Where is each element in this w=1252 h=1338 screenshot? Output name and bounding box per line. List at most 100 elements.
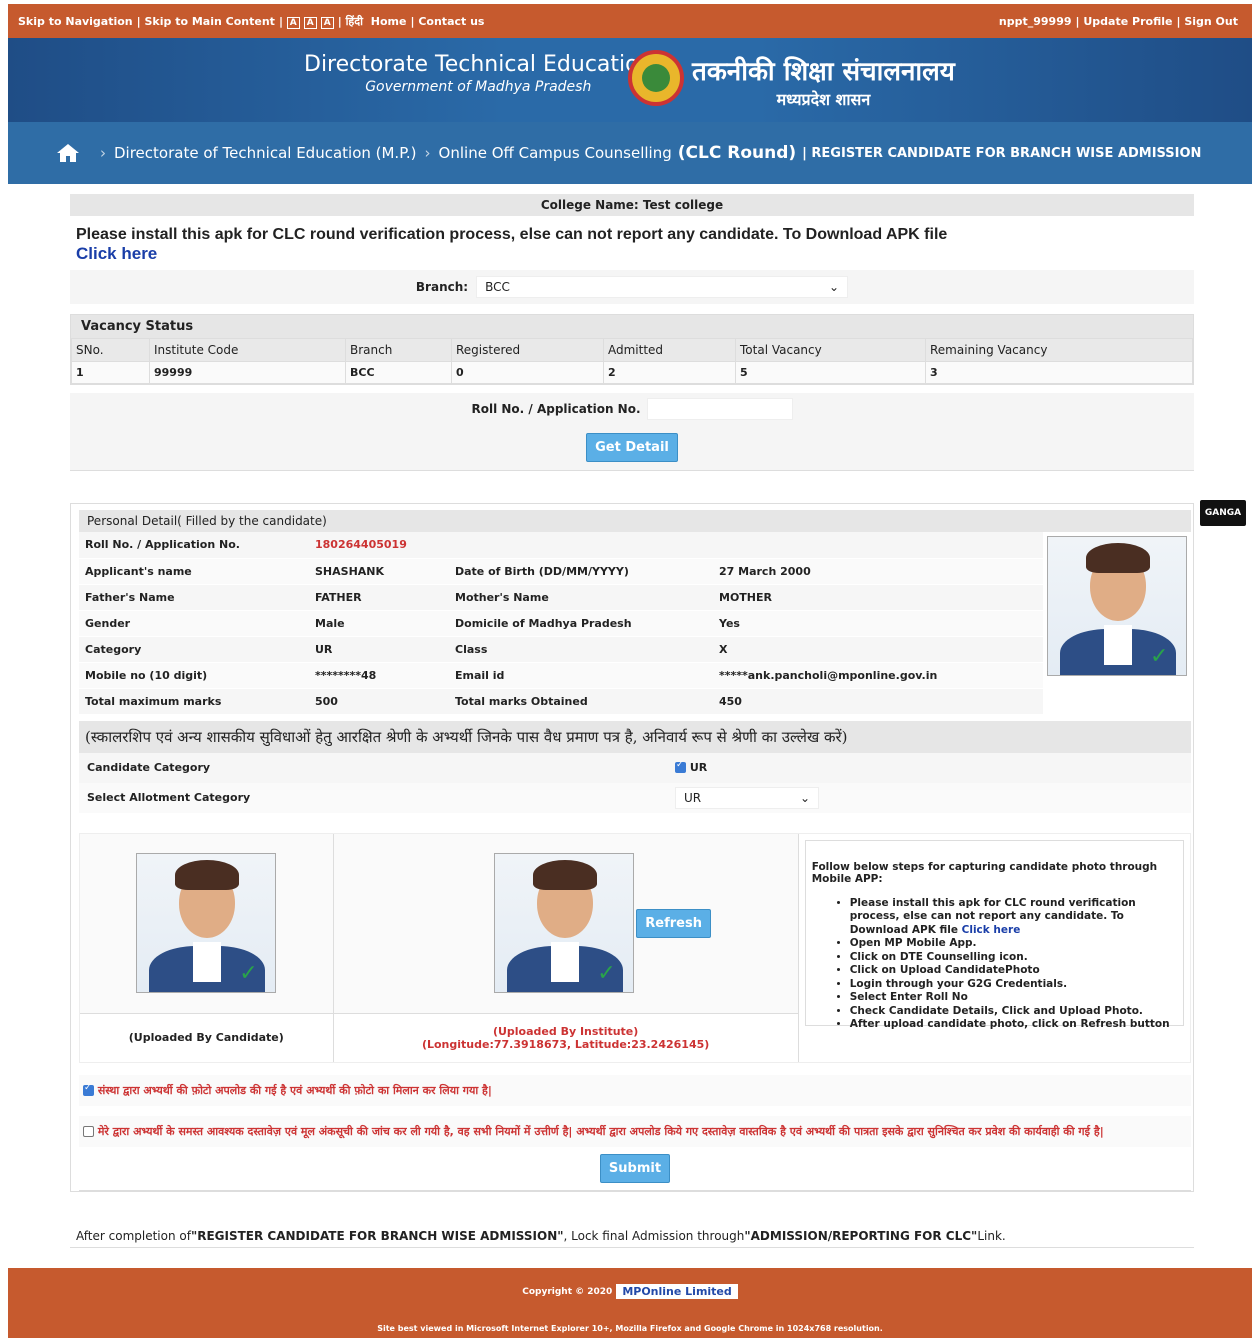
note-part: Link. <box>977 1228 1006 1243</box>
table-row: Applicant's name SHASHANK Date of Birth (D… <box>79 558 1043 585</box>
vacancy-table: SNo. Institute Code Branch Registered Ad… <box>71 338 1193 384</box>
top-bar-left: Skip to Navigation | Skip to Main Content… <box>18 14 485 29</box>
roll-number-label: Roll No. / Application No. <box>471 402 641 416</box>
ganga-side-tag[interactable]: GANGA <box>1200 500 1246 526</box>
skip-main-content-link[interactable]: Skip to Main Content <box>145 15 275 28</box>
branch-select[interactable]: BCC ⌄ <box>476 276 849 298</box>
copyright: Copyright © 2020 MPOnline Limited <box>8 1284 1252 1299</box>
vacancy-header-cell: Branch <box>345 338 452 362</box>
allotment-category-value: UR <box>684 790 702 805</box>
apk-notice-text: Please install this apk for CLC round ve… <box>76 226 948 243</box>
table-row: 1 99999 BCC 0 2 5 3 <box>71 361 1193 384</box>
candidate-photo-cell: ✓ <box>1043 532 1191 715</box>
submit-button[interactable]: Submit <box>599 1153 671 1183</box>
detail-label: Applicant's name <box>79 558 309 585</box>
skip-navigation-link[interactable]: Skip to Navigation <box>18 15 133 28</box>
apk-download-link[interactable]: Click here <box>76 244 1188 264</box>
detail-value: *****ank.pancholi@mponline.gov.in <box>713 662 1043 689</box>
home-link[interactable]: Home <box>371 15 407 28</box>
get-detail-row: Get Detail <box>70 425 1194 471</box>
list-item: Check Candidate Details, Click and Uploa… <box>850 1005 1179 1019</box>
font-size-small-button[interactable]: A <box>286 16 300 29</box>
branch-label: Branch: <box>415 280 469 294</box>
personal-detail-section: Personal Detail( Filled by the candidate… <box>70 503 1194 1192</box>
detail-value: FATHER <box>309 584 449 611</box>
get-detail-button[interactable]: Get Detail <box>586 433 678 462</box>
vacancy-cell: 0 <box>451 361 604 384</box>
vacancy-status: Vacancy Status SNo. Institute Code Branc… <box>70 314 1194 385</box>
breadcrumb-separator-icon: › <box>100 144 106 162</box>
branch-row: Branch: BCC ⌄ <box>70 270 1194 304</box>
table-row: Roll No. / Application No. 180264405019 <box>79 532 1043 559</box>
top-bar-right: nppt_99999 | Update Profile | Sign Out <box>998 14 1238 28</box>
breadcrumb-item-counselling[interactable]: Online Off Campus Counselling <box>439 144 672 162</box>
steps-title: Follow below steps for capturing candida… <box>811 860 1158 885</box>
chevron-down-icon: ⌄ <box>799 790 810 805</box>
detail-value: Yes <box>713 610 1043 637</box>
institute-upload-photo-cell: ✓ Refresh <box>333 833 798 1014</box>
note-admission-link-text: "ADMISSION/REPORTING FOR CLC" <box>744 1228 978 1243</box>
college-name: College Name: Test college <box>70 194 1194 216</box>
note-part: After completion of <box>76 1228 191 1243</box>
contact-link[interactable]: Contact us <box>418 15 484 28</box>
vacancy-header-row: SNo. Institute Code Branch Registered Ad… <box>71 338 1193 362</box>
mponline-logo: MPOnline Limited <box>616 1284 738 1299</box>
detail-label: Email id <box>449 662 713 689</box>
banner-subtitle-en: Government of Madhya Pradesh <box>365 79 592 95</box>
list-item: After upload candidate photo, click on R… <box>850 1018 1179 1032</box>
refresh-button[interactable]: Refresh <box>636 908 711 938</box>
detail-label: Father's Name <box>79 584 309 611</box>
check-icon: ✓ <box>239 961 258 986</box>
list-item: Select Enter Roll No <box>850 991 1179 1005</box>
font-size-large-button[interactable]: A <box>320 16 334 29</box>
best-viewed-note: Site best viewed in Microsoft Internet E… <box>377 1324 883 1333</box>
sign-out-link[interactable]: Sign Out <box>1184 15 1238 28</box>
allotment-category-select[interactable]: UR ⌄ <box>675 786 819 809</box>
home-icon[interactable] <box>56 143 80 163</box>
table-row: Total maximum marks 500 Total marks Obtain… <box>79 688 1043 715</box>
candidate-category-checkbox[interactable] <box>675 760 686 773</box>
institute-uploaded-photo: ✓ <box>494 853 635 993</box>
declaration-documents-checkbox[interactable] <box>83 1126 94 1137</box>
breadcrumb-item-dte[interactable]: Directorate of Technical Education (M.P.… <box>114 144 417 162</box>
steps-apk-link[interactable]: Click here <box>962 924 1021 936</box>
banner-hindi-title: तकनीकी शिक्षा संचालनालय मध्यप्रदेश शासन <box>692 52 955 110</box>
institute-caption-text: (Uploaded By Institute) <box>492 1024 639 1038</box>
vacancy-header-cell: Institute Code <box>149 338 346 362</box>
main-content: College Name: Test college Please instal… <box>70 194 1194 1192</box>
table-row: Father's Name FATHER Mother's Name MOTHER <box>79 584 1043 611</box>
font-size-medium-button[interactable]: A <box>303 16 317 29</box>
vacancy-cell: 2 <box>603 361 736 384</box>
after-completion-note: After completion of "REGISTER CANDIDATE … <box>70 1224 1194 1248</box>
vacancy-header-cell: Admitted <box>603 338 736 362</box>
steps-list: Please install this apk for CLC round ve… <box>850 897 1179 1032</box>
detail-label: Mobile no (10 digit) <box>79 662 309 689</box>
detail-label: Total maximum marks <box>79 688 309 715</box>
hindi-link[interactable]: हिंदी <box>346 15 363 28</box>
geo-coordinates: (Longitude:77.3918673, Latitude:23.24261… <box>421 1037 710 1051</box>
banner-title-hi: तकनीकी शिक्षा संचालनालय <box>692 57 955 87</box>
branch-select-value: BCC <box>485 280 510 294</box>
vacancy-status-title: Vacancy Status <box>71 315 1193 338</box>
breadcrumb-separator-icon: › <box>424 144 431 162</box>
copyright-text: Copyright © 2020 <box>522 1287 613 1297</box>
detail-value: MOTHER <box>713 584 1043 611</box>
note-register-link-text: "REGISTER CANDIDATE FOR BRANCH WISE ADMI… <box>190 1228 564 1243</box>
roll-number-value: 180264405019 <box>309 532 449 559</box>
roll-number-input[interactable] <box>646 398 793 420</box>
check-icon: ✓ <box>597 961 616 986</box>
detail-value: UR <box>309 636 449 663</box>
declaration-photo-checkbox[interactable] <box>83 1083 94 1096</box>
banner-title-en: Directorate Technical Education <box>304 52 653 77</box>
detail-value: SHASHANK <box>309 558 449 585</box>
update-profile-link[interactable]: Update Profile <box>1083 15 1172 28</box>
table-row: Category UR Class X <box>79 636 1043 663</box>
candidate-uploaded-photo: ✓ <box>136 853 277 993</box>
declaration-documents-row: मेरे द्वारा अभ्यर्थी के समस्त आवश्यक दस्… <box>79 1115 1191 1147</box>
detail-label: Gender <box>79 610 309 637</box>
candidate-category-row: Candidate Category UR <box>79 752 1191 783</box>
breadcrumb: › Directorate of Technical Education (M.… <box>8 122 1252 184</box>
candidate-photo: ✓ <box>1047 536 1187 676</box>
declaration-documents-text: मेरे द्वारा अभ्यर्थी के समस्त आवश्यक दस्… <box>97 1124 1104 1138</box>
vacancy-header-cell: SNo. <box>71 338 150 362</box>
